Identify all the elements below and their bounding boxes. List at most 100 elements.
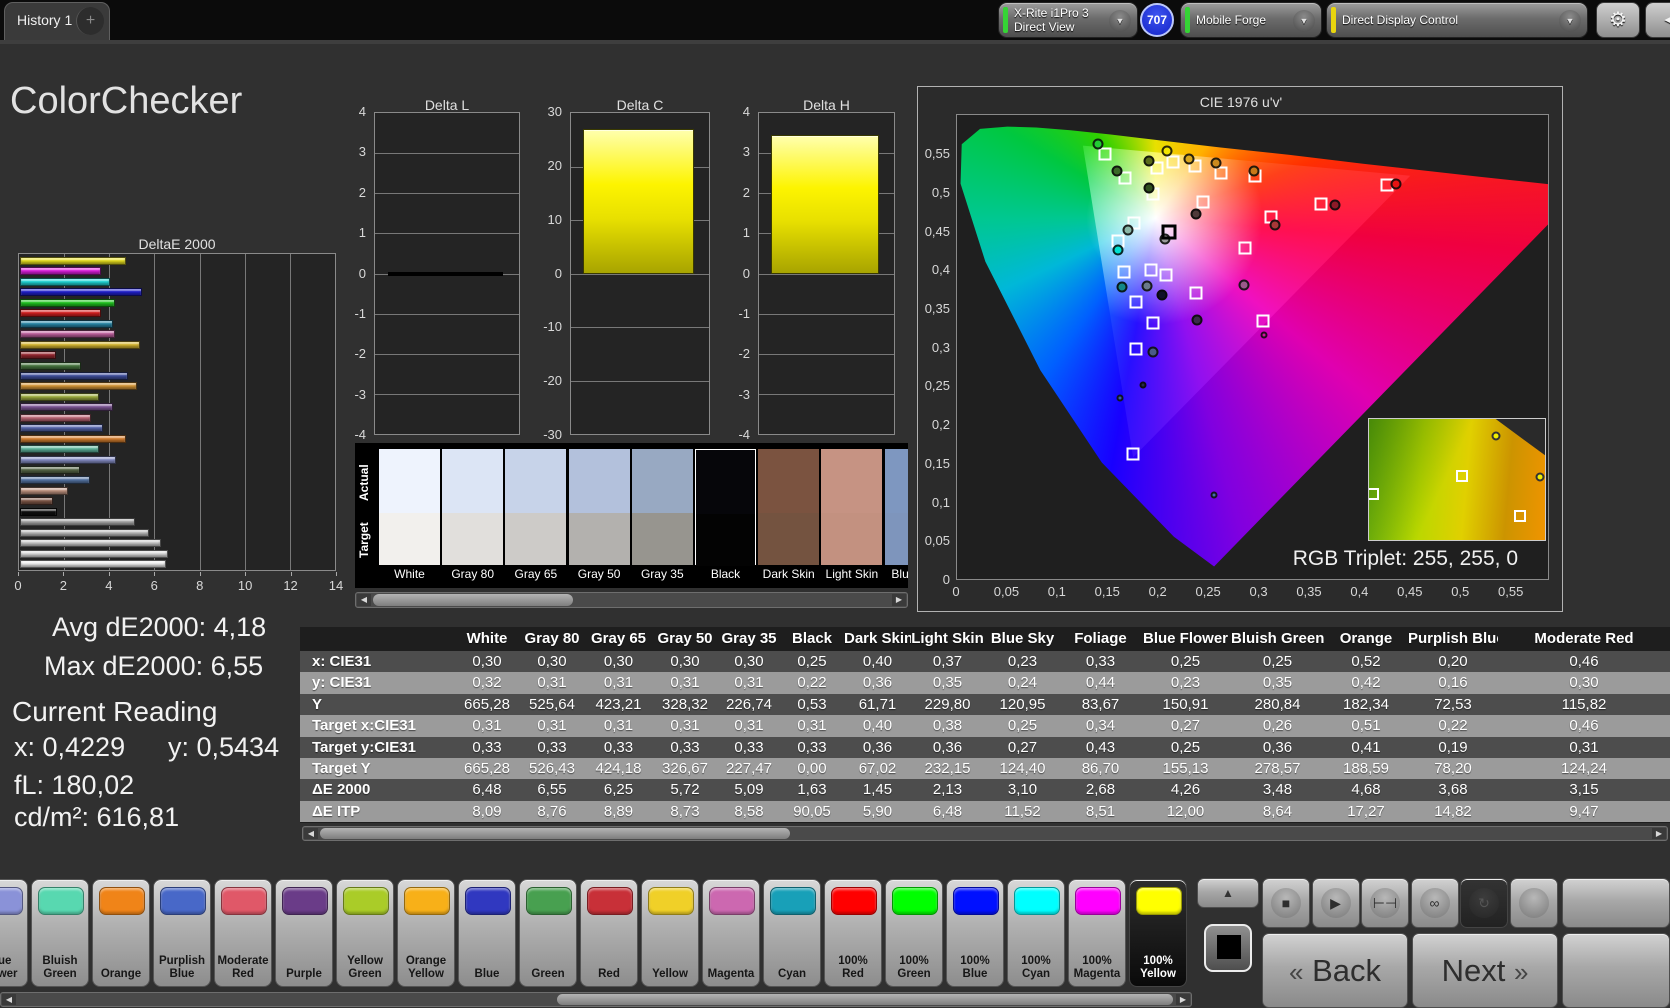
swatch-label: Black [695, 567, 756, 581]
de-bar-blue-flower [20, 456, 116, 464]
patch-button-100-red[interactable]: 100% Red [824, 879, 882, 987]
next-button[interactable]: Next » [1412, 933, 1558, 1008]
column-header: Gray 65 [585, 627, 652, 651]
history-tab[interactable]: History 1 + [4, 2, 110, 40]
table-cell: 8,64 [1231, 801, 1324, 822]
deltae2000-chart [18, 253, 336, 571]
back-button[interactable]: « Back [1262, 933, 1408, 1008]
axis-tick-label: 0 [555, 266, 562, 281]
meter-selector-xrite[interactable]: X-Rite i1Pro 3 Direct View ▼ [998, 2, 1138, 38]
table-cell: 0,31 [718, 672, 780, 693]
delta-bar [583, 129, 693, 273]
scroll-right-arrow[interactable]: ▶ [1176, 994, 1190, 1005]
settings-button[interactable]: ⚙ [1596, 2, 1640, 38]
patch-button-100-magenta[interactable]: 100% Magenta [1068, 879, 1126, 987]
patch-button-purplish-blue[interactable]: Purplish Blue [153, 879, 211, 987]
patch-window-black-icon [1217, 935, 1241, 959]
table-cell: 8,58 [718, 801, 780, 822]
patch-button-yellow-green[interactable]: Yellow Green [336, 879, 394, 987]
patch-button-100-cyan[interactable]: 100% Cyan [1007, 879, 1065, 987]
swatch-scrollbar[interactable]: ◀ ▶ [355, 592, 908, 608]
results-table: WhiteGray 80Gray 65Gray 50Gray 35BlackDa… [300, 627, 1670, 823]
patch-button-red[interactable]: Red [580, 879, 638, 987]
page-title: ColorChecker [10, 80, 242, 123]
table-cell: 0,26 [1231, 715, 1324, 736]
play-button[interactable]: ▶ [1312, 878, 1360, 928]
swatch-label: Gray 50 [569, 567, 630, 581]
scrollbar-thumb[interactable] [320, 828, 790, 839]
axis-tick-label: 0 [936, 584, 976, 599]
table-cell: 0,42 [1324, 672, 1408, 693]
scrollbar-thumb[interactable] [557, 994, 1173, 1005]
table-cell: 12,00 [1140, 801, 1231, 822]
gridline [759, 354, 894, 355]
de-bar-purple [20, 403, 113, 411]
scroll-left-arrow[interactable]: ◀ [357, 594, 371, 606]
patch-button-green[interactable]: Green [519, 879, 577, 987]
deltac-chart-title: Delta C [570, 97, 710, 113]
meter-xrite-line1: X-Rite i1Pro 3 [1014, 6, 1089, 20]
axis-tick-label: 0 [8, 578, 28, 593]
patch-button-blue[interactable]: Blue [458, 879, 516, 987]
patch-button-orange[interactable]: Orange [92, 879, 150, 987]
axis-tick-label: -2 [354, 346, 366, 361]
patch-row-scrollbar[interactable]: ◀ ▶ [0, 992, 1192, 1007]
table-header-row: WhiteGray 80Gray 65Gray 50Gray 35BlackDa… [300, 627, 1670, 651]
chevron-down-icon[interactable]: ▼ [1109, 10, 1131, 32]
inset-target-marker [1368, 488, 1379, 500]
scroll-right-arrow[interactable]: ▶ [892, 594, 906, 606]
patch-button-magenta[interactable]: Magenta [702, 879, 760, 987]
chevron-down-icon[interactable]: ▼ [1293, 10, 1315, 32]
patch-button-purple[interactable]: Purple [275, 879, 333, 987]
de-bar-100-cyan [20, 278, 110, 286]
swatch-actual [569, 449, 630, 513]
table-cell: 0,31 [780, 715, 844, 736]
patch-button-orange-yellow[interactable]: Orange Yellow [397, 879, 455, 987]
table-scrollbar[interactable]: ◀ ▶ [302, 826, 1668, 841]
continuous-button[interactable]: ∞ [1411, 878, 1459, 928]
scrollbar-thumb[interactable] [373, 594, 573, 606]
transport-partial-button[interactable] [1562, 878, 1670, 928]
row-label: ΔE 2000 [300, 779, 455, 800]
blank-button[interactable] [1510, 878, 1558, 928]
chevron-down-icon[interactable]: ▼ [1559, 10, 1581, 32]
cie-chart-title: CIE 1976 u'v' [918, 94, 1564, 110]
patch-window-button[interactable] [1197, 912, 1259, 988]
next-arrow-icon: » [1514, 936, 1528, 1008]
table-cell: 6,48 [911, 801, 984, 822]
scroll-left-arrow[interactable]: ◀ [304, 828, 318, 839]
cie-zoom-inset [1368, 418, 1546, 541]
meter-selector-display[interactable]: Direct Display Control ▼ [1326, 2, 1588, 38]
axis-tick-label: 0,2 [1138, 584, 1178, 599]
meter-display-label: Direct Display Control [1342, 13, 1458, 27]
collapse-panel-button[interactable]: ◀ [1645, 2, 1670, 38]
table-cell: 0,35 [911, 672, 984, 693]
patch-button-yellow[interactable]: Yellow [641, 879, 699, 987]
meter-selector-source[interactable]: Mobile Forge ▼ [1180, 2, 1322, 38]
measured-marker [1184, 154, 1195, 165]
scroll-up-button[interactable]: ▲ [1197, 878, 1259, 908]
patch-button-cyan[interactable]: Cyan [763, 879, 821, 987]
column-header: Gray 35 [718, 627, 780, 651]
axis-tick [18, 572, 19, 576]
patch-button-moderate-red[interactable]: Moderate Red [214, 879, 272, 987]
patch-button-100-yellow[interactable]: 100% Yellow [1129, 879, 1187, 987]
patch-button-bluish-green[interactable]: Bluish Green [31, 879, 89, 987]
patch-color-chip [648, 887, 694, 915]
patch-button-blue-flower[interactable]: Blue Flower [0, 879, 28, 987]
measured-marker [1123, 224, 1134, 235]
measured-marker [1116, 395, 1123, 402]
nav-partial-button[interactable] [1562, 933, 1670, 1008]
patch-button-100-blue[interactable]: 100% Blue [946, 879, 1004, 987]
step-button[interactable]: ⊢⊣ [1361, 878, 1409, 928]
add-tab-button[interactable]: + [76, 7, 104, 35]
scroll-right-arrow[interactable]: ▶ [1652, 828, 1666, 839]
deltal-chart [374, 112, 520, 435]
scroll-left-arrow[interactable]: ◀ [2, 994, 16, 1005]
patch-button-100-green[interactable]: 100% Green [885, 879, 943, 987]
patch-color-chip [587, 887, 633, 915]
deltac-chart [570, 112, 710, 435]
refresh-button[interactable]: ↻ [1460, 878, 1508, 928]
stop-button[interactable]: ■ [1262, 878, 1310, 928]
table-cell: 278,57 [1231, 758, 1324, 779]
